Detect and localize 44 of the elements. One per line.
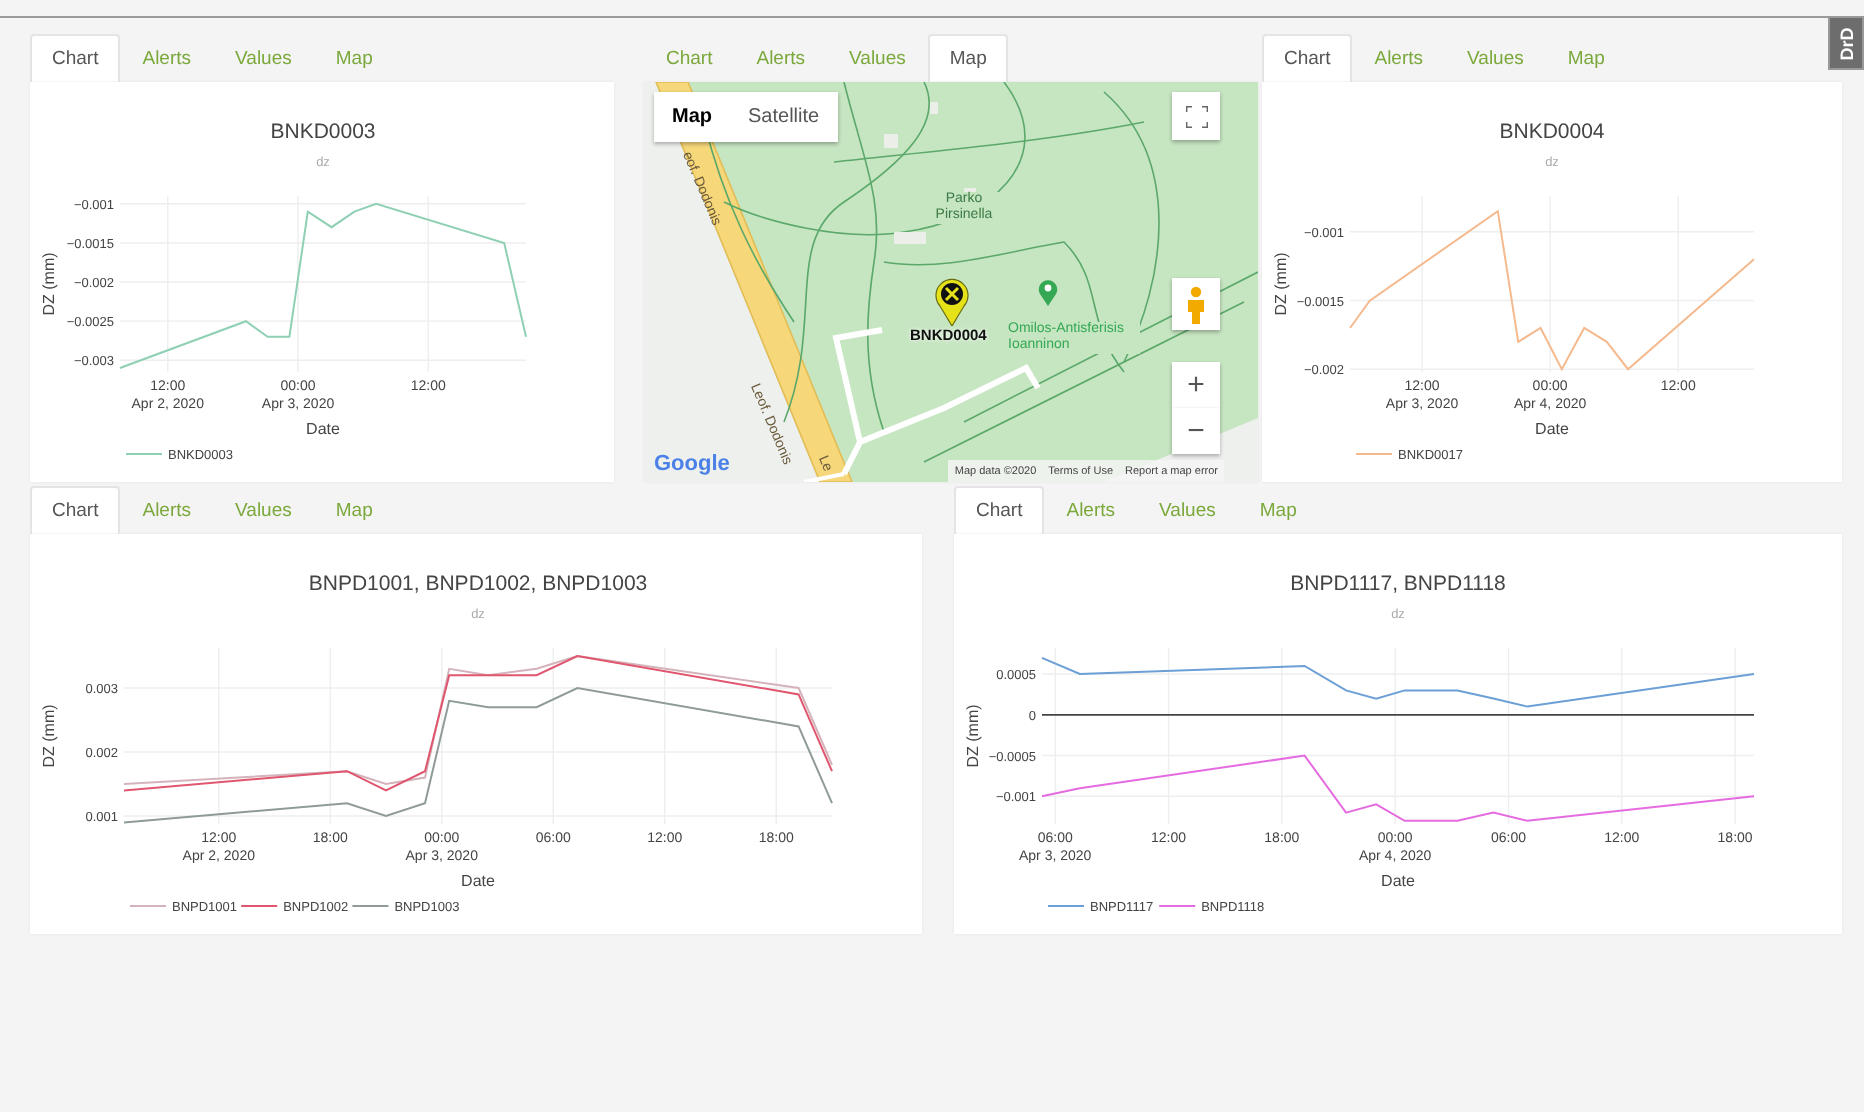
chart-title: BNKD0004 [1499,120,1605,144]
axis-title: DZ (mm) [964,704,982,768]
zoom-out-button[interactable]: − [1172,408,1220,454]
marker-icon [934,276,970,326]
tab[interactable]: Chart [954,486,1045,534]
tab[interactable]: Values [213,34,314,82]
chart-title: BNKD0003 [270,120,376,144]
tab[interactable]: Values [1137,486,1238,534]
zoom-in-button[interactable]: + [1172,362,1220,408]
tab[interactable]: Values [1445,34,1546,82]
person-icon [1186,285,1206,323]
axis-title: Date [1535,420,1569,438]
tab[interactable]: Map [1545,34,1627,82]
tab[interactable]: Chart [644,34,735,82]
tab[interactable]: Alerts [1044,486,1138,534]
tab[interactable]: Alerts [734,34,828,82]
pin-icon [1038,278,1058,306]
tab[interactable]: Chart [30,486,121,534]
axis-title: Date [306,420,340,438]
map-type-button[interactable]: Map [654,92,730,142]
tab[interactable]: Alerts [120,34,214,82]
chart-title: BNPD1001, BNPD1002, BNPD1003 [308,572,648,596]
fullscreen-icon [1185,105,1207,127]
tab[interactable]: Chart [1262,34,1353,82]
side-tab[interactable]: DrD [1828,16,1864,70]
axis-title: DZ (mm) [40,704,58,768]
tab[interactable]: Values [213,486,314,534]
chart-title: BNPD1117, BNPD1118 [1290,572,1506,596]
tab[interactable]: Alerts [120,486,214,534]
axis-title: Date [461,872,495,890]
tab[interactable]: Chart [30,34,121,82]
fullscreen-button[interactable] [1172,92,1220,140]
axis-title: Date [1381,872,1415,890]
axis-title: DZ (mm) [1272,252,1290,316]
tab[interactable]: Map [927,34,1009,82]
tab[interactable]: Map [313,486,395,534]
tab[interactable]: Map [313,34,395,82]
map-type-button[interactable]: Satellite [730,92,838,142]
tab[interactable]: Values [827,34,928,82]
tab[interactable]: Map [1237,486,1319,534]
logo: Google [654,452,730,476]
street-view-button[interactable] [1172,278,1220,330]
tab[interactable]: Alerts [1352,34,1446,82]
axis-title: DZ (mm) [40,252,58,316]
